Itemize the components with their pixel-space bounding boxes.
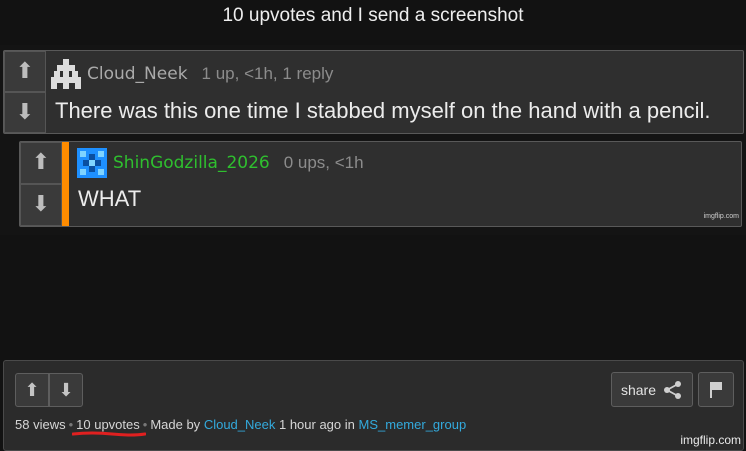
separator-dot: • <box>142 417 148 432</box>
post-footer: ⬆ ⬇ share 58 views • 10 upvotes • Made by Cl… <box>3 360 744 451</box>
comment-1-text: There was this one time I stabbed myself… <box>55 98 711 123</box>
downvote-arrow-icon: ⬇ <box>4 92 46 133</box>
made-by-label: Made by <box>150 417 201 432</box>
share-label: share <box>620 381 657 398</box>
comment-1-vote-column: ⬆ ⬇ <box>4 51 46 133</box>
upvote-count-text: 10 upvotes <box>76 417 140 432</box>
downvote-button[interactable]: ⬇ <box>49 373 83 407</box>
comment-1-username: Cloud_Neek <box>87 64 188 84</box>
meme-watermark: imgflip.com <box>703 213 739 220</box>
arrow-down-icon: ⬇ <box>58 379 74 401</box>
stream-link[interactable]: MS_memer_group <box>359 417 467 432</box>
upvote-count: 10 upvotes <box>72 417 147 437</box>
flag-button[interactable] <box>698 372 734 407</box>
upvote-arrow-icon: ⬆ <box>20 142 62 184</box>
post-time: 1 hour ago in <box>278 417 355 432</box>
arrow-up-icon: ⬆ <box>24 379 40 401</box>
comment-2-username: ShinGodzilla_2026 <box>113 153 270 173</box>
upvote-button[interactable]: ⬆ <box>15 373 49 407</box>
comment-1-header: Cloud_Neek 1 up, <1h, 1 reply <box>51 59 333 89</box>
share-button[interactable]: share <box>611 372 693 407</box>
downvote-arrow-icon: ⬇ <box>20 184 62 226</box>
pixel-invader-icon <box>51 59 81 89</box>
comment-2-vote-column: ⬆ ⬇ <box>20 142 62 226</box>
comment-1: ⬆ ⬇ Cloud_Neek 1 up, <1h, 1 reply There … <box>3 50 744 134</box>
upvote-arrow-icon: ⬆ <box>4 51 46 92</box>
pixel-checker-icon <box>77 148 107 178</box>
imgflip-watermark: imgflip.com <box>680 433 741 447</box>
post-title: 10 upvotes and I send a screenshot <box>222 5 524 26</box>
reply-indicator-bar <box>62 142 69 226</box>
author-link[interactable]: Cloud_Neek <box>204 417 276 432</box>
meme-image: ⬆ ⬇ Cloud_Neek 1 up, <1h, 1 reply There … <box>0 45 746 235</box>
comment-2-meta: 0 ups, <1h <box>283 153 364 172</box>
post-stats: 58 views • 10 upvotes • Made by Cloud_Neek 1… <box>15 417 467 437</box>
separator-dot: • <box>68 417 74 432</box>
comment-1-meta: 1 up, <1h, 1 reply <box>201 64 334 83</box>
comment-2: ⬆ ⬇ ShinGodzilla_2026 0 ups, <1h WHAT im… <box>19 141 742 227</box>
comment-2-header: ShinGodzilla_2026 0 ups, <1h <box>77 148 364 178</box>
red-underline-scribble <box>72 431 147 437</box>
share-icon <box>664 380 682 399</box>
flag-icon <box>710 381 722 398</box>
view-count: 58 views <box>15 417 66 432</box>
comment-2-text: WHAT <box>78 186 142 211</box>
